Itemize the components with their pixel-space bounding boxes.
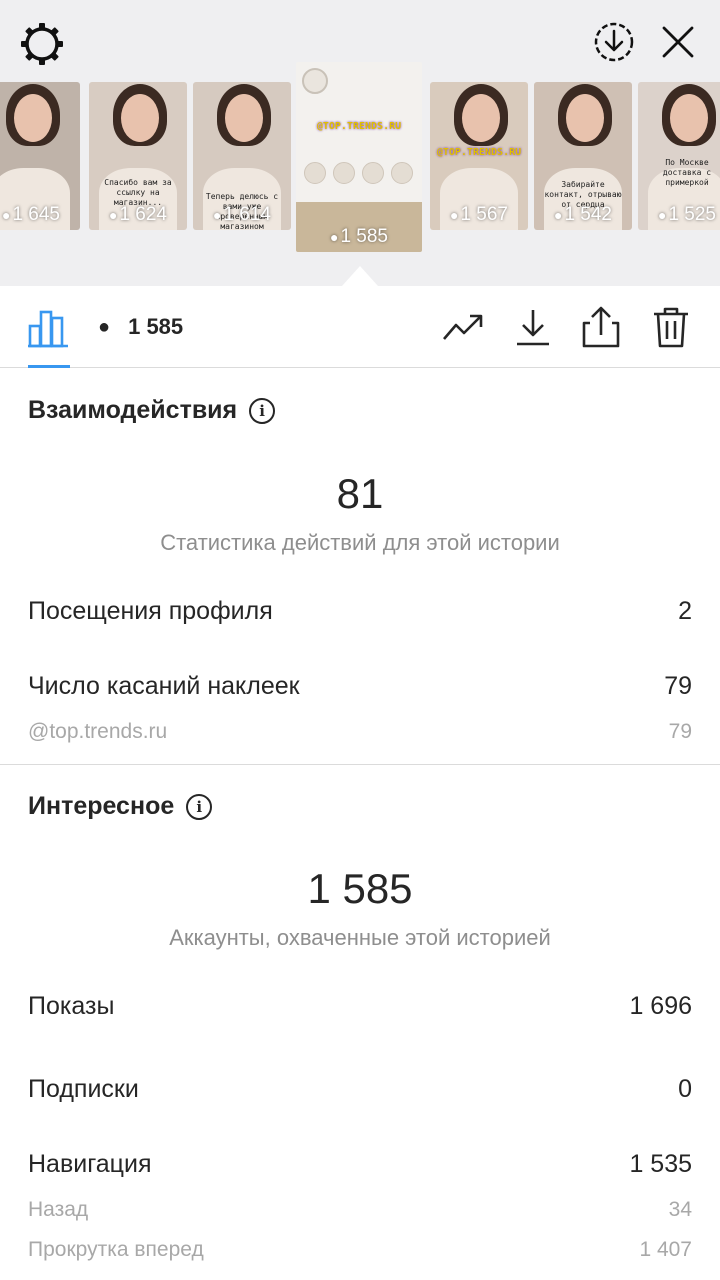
stat-row-impressions: Показы 1 696 <box>28 992 692 1021</box>
interactions-title-text: Взаимодействия <box>28 396 238 424</box>
views-number: 1 645 <box>12 204 60 225</box>
views-number: 1 624 <box>119 204 167 225</box>
stat-value: 0 <box>678 1075 692 1103</box>
trash-icon[interactable] <box>648 304 694 350</box>
interactions-total-label: Статистика действий для этой истории <box>160 530 560 555</box>
story-thumbnail[interactable]: По Москве доставка с примеркой ● 1 525 <box>638 82 720 230</box>
stat-label: Назад <box>28 1198 89 1221</box>
stat-label: @top.trends.ru <box>28 720 168 743</box>
discovery-title-text: Интересное <box>28 792 175 820</box>
eye-icon: ● <box>98 315 111 338</box>
highlight-circle <box>304 162 326 184</box>
profile-screenshot-preview <box>302 68 328 94</box>
story-thumbnail[interactable]: ● 1 645 <box>0 82 80 230</box>
story-thumbnail[interactable]: Забирайте контакт, отрываю от сердца ● 1 5… <box>534 82 632 230</box>
story-view-count: ● 1 585 <box>296 226 422 248</box>
views-value: 1 585 <box>128 314 184 339</box>
download-icon[interactable] <box>510 304 556 350</box>
stat-value: 34 <box>668 1198 692 1221</box>
story-caption: @TOP.TRENDS.RU <box>436 147 522 158</box>
story-view-count: ● 1 614 <box>193 204 291 226</box>
trending-icon[interactable] <box>440 304 486 350</box>
stat-row-navigation: Навигация 1 535 <box>28 1150 692 1179</box>
highlight-circle <box>362 162 384 184</box>
interactions-section-title: Взаимодействия i <box>28 396 276 425</box>
stat-label: Посещения профиля <box>28 597 273 625</box>
stat-subrow-forward: Прокрутка вперед 1 407 <box>28 1238 692 1262</box>
person-face-shape <box>462 94 500 142</box>
stat-value: 1 696 <box>629 992 692 1020</box>
views-number: 1 585 <box>340 226 388 247</box>
active-story-pointer <box>342 266 378 286</box>
download-circle-icon[interactable] <box>590 18 638 66</box>
highlight-circle <box>333 162 355 184</box>
story-view-count: ● 1 525 <box>638 204 720 226</box>
story-viewer-header: ● 1 645 Спасибо вам за ссылку на магазин..… <box>0 0 720 286</box>
info-icon[interactable]: i <box>249 397 276 424</box>
eye-icon: ● <box>1 207 11 223</box>
discovery-section-title: Интересное i <box>28 792 213 821</box>
info-icon[interactable]: i <box>186 793 213 820</box>
active-tab-indicator <box>28 365 70 368</box>
close-icon[interactable] <box>654 18 702 66</box>
stat-value: 1 535 <box>629 1150 692 1178</box>
views-number: 1 525 <box>668 204 716 225</box>
eye-icon: ● <box>449 207 459 223</box>
stat-value: 79 <box>668 720 692 743</box>
story-thumbnail[interactable]: @TOP.TRENDS.RU ● 1 567 <box>430 82 528 230</box>
views-number: 1 567 <box>460 204 508 225</box>
stat-value: 2 <box>678 597 692 625</box>
story-thumbnail[interactable]: Теперь делюсь с вами уже проверенным маг… <box>193 82 291 230</box>
discovery-total-label: Аккаунты, охваченные этой историей <box>169 925 551 950</box>
story-views-count: ● 1 585 <box>98 312 183 342</box>
eye-icon: ● <box>329 229 339 245</box>
stat-subrow-back: Назад 34 <box>28 1198 692 1222</box>
views-number: 1 614 <box>223 204 271 225</box>
stat-value: 1 407 <box>639 1238 692 1261</box>
interactions-total: 81 <box>336 470 384 517</box>
story-caption: По Москве доставка с примеркой <box>662 158 712 187</box>
stat-row-profile-visits: Посещения профиля 2 <box>28 597 692 626</box>
eye-icon: ● <box>657 207 667 223</box>
stat-label: Подписки <box>28 1075 139 1103</box>
story-thumbnails-strip[interactable]: ● 1 645 Спасибо вам за ссылку на магазин..… <box>0 62 720 272</box>
eye-icon: ● <box>108 207 118 223</box>
stat-label: Число касаний наклеек <box>28 672 300 700</box>
story-thumbnail[interactable]: Спасибо вам за ссылку на магазин... ● 1 62… <box>89 82 187 230</box>
story-view-count: ● 1 542 <box>534 204 632 226</box>
stat-label: Показы <box>28 992 115 1020</box>
eye-icon: ● <box>212 207 222 223</box>
bar-chart-icon[interactable] <box>26 304 72 350</box>
stat-label: Навигация <box>28 1150 152 1178</box>
highlight-circle <box>391 162 413 184</box>
section-divider <box>0 764 720 765</box>
stat-row-follows: Подписки 0 <box>28 1075 692 1104</box>
insights-toolbar: ● 1 585 <box>0 286 720 368</box>
story-thumbnail[interactable]: @TOP.TRENDS.RU ● 1 585 <box>296 62 422 252</box>
eye-icon: ● <box>553 207 563 223</box>
story-view-count: ● 1 645 <box>0 204 80 226</box>
person-face-shape <box>121 94 159 142</box>
stat-label: Прокрутка вперед <box>28 1238 204 1261</box>
person-face-shape <box>14 94 52 142</box>
settings-gear-icon[interactable] <box>18 20 66 68</box>
person-face-shape <box>670 94 708 142</box>
discovery-total: 1 585 <box>307 865 413 912</box>
story-caption: @TOP.TRENDS.RU <box>316 121 402 132</box>
story-view-count: ● 1 624 <box>89 204 187 226</box>
story-view-count: ● 1 567 <box>430 204 528 226</box>
stat-row-sticker-taps: Число касаний наклеек 79 <box>28 672 692 701</box>
stat-value: 79 <box>664 672 692 700</box>
stat-subrow-mention: @top.trends.ru 79 <box>28 720 692 744</box>
person-face-shape <box>566 94 604 142</box>
share-icon[interactable] <box>578 304 624 350</box>
person-face-shape <box>225 94 263 142</box>
views-number: 1 542 <box>564 204 612 225</box>
